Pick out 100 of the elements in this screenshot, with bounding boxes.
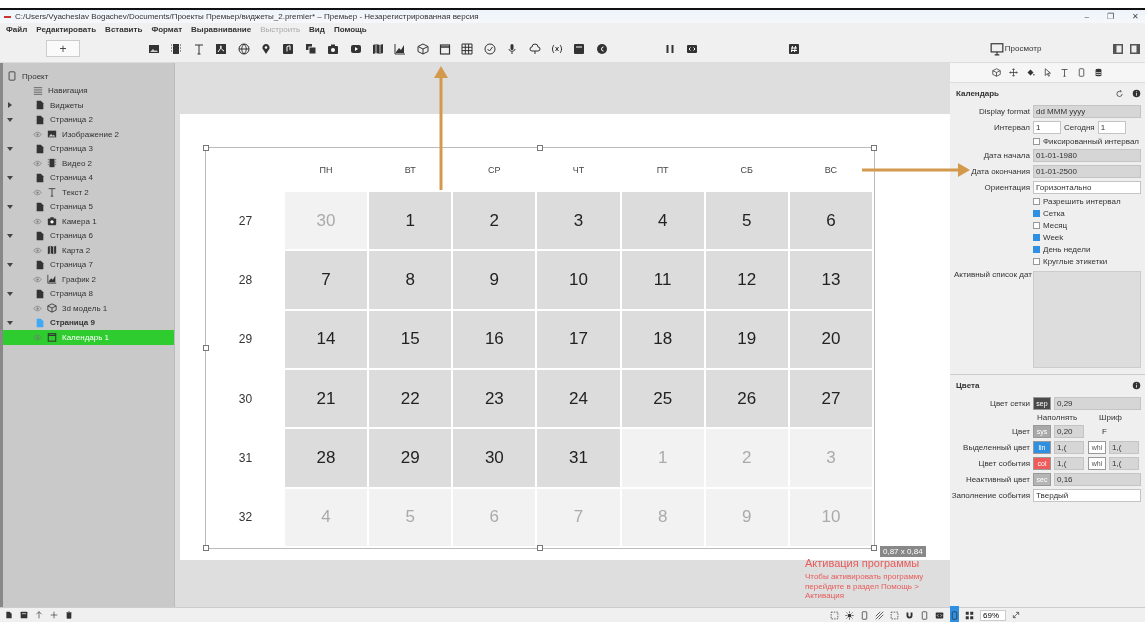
checkbox[interactable] bbox=[1033, 246, 1040, 253]
checkbox[interactable] bbox=[1033, 198, 1040, 205]
tree-item[interactable]: График 2 bbox=[3, 272, 174, 287]
collapse-arrow-icon[interactable] bbox=[7, 174, 13, 181]
image-icon[interactable] bbox=[148, 42, 160, 55]
collapse-arrow-icon[interactable] bbox=[7, 319, 13, 326]
info-icon[interactable] bbox=[1132, 89, 1141, 98]
add-button[interactable]: + bbox=[46, 40, 80, 57]
coin-icon[interactable] bbox=[595, 42, 608, 55]
variable-icon[interactable] bbox=[551, 42, 564, 55]
menu-item[interactable]: Формат bbox=[151, 24, 183, 34]
collapse-arrow-icon[interactable] bbox=[7, 145, 13, 152]
tree-item[interactable]: Проект bbox=[3, 69, 174, 84]
day-cell[interactable]: 25 bbox=[621, 370, 704, 428]
map-pin-icon[interactable] bbox=[259, 42, 272, 55]
phone-icon[interactable] bbox=[920, 610, 929, 620]
day-cell[interactable]: 9 bbox=[453, 251, 536, 309]
pointer-icon[interactable] bbox=[1043, 68, 1052, 77]
menu-item[interactable]: Файл bbox=[6, 24, 28, 34]
check-circle-icon[interactable] bbox=[483, 42, 496, 55]
text-icon[interactable] bbox=[1060, 68, 1069, 77]
spin-field[interactable]: 1 bbox=[1033, 121, 1061, 134]
move-icon[interactable] bbox=[1009, 68, 1018, 77]
window-control[interactable]: – bbox=[1084, 12, 1089, 21]
tiles-icon[interactable] bbox=[965, 610, 974, 620]
tree-item[interactable]: Страница 6 bbox=[3, 228, 174, 243]
resize-handle[interactable] bbox=[871, 545, 877, 551]
layers-icon[interactable] bbox=[304, 42, 317, 55]
day-cell[interactable]: 30 bbox=[453, 429, 536, 487]
checkbox[interactable] bbox=[1033, 210, 1040, 217]
trash-icon[interactable] bbox=[65, 611, 73, 619]
tree-item[interactable]: Страница 9 bbox=[3, 315, 174, 330]
tree-item[interactable]: Навигация bbox=[3, 83, 174, 98]
day-cell[interactable]: 24 bbox=[537, 370, 620, 428]
panel-icon[interactable] bbox=[1112, 42, 1124, 55]
collapse-arrow-icon[interactable] bbox=[7, 232, 13, 239]
day-cell[interactable]: 22 bbox=[369, 370, 452, 428]
collapse-arrow-icon[interactable] bbox=[7, 290, 13, 297]
database-icon[interactable] bbox=[1094, 68, 1103, 77]
collapse-arrow-icon[interactable] bbox=[7, 116, 13, 123]
cloud-icon[interactable] bbox=[528, 42, 541, 55]
checkbox[interactable] bbox=[1033, 258, 1040, 265]
code-icon[interactable] bbox=[935, 610, 944, 620]
magnet-icon[interactable] bbox=[905, 610, 914, 620]
day-cell[interactable]: 12 bbox=[705, 251, 788, 309]
text-field[interactable]: dd MMM yyyy bbox=[1033, 105, 1141, 118]
day-cell[interactable]: 10 bbox=[537, 251, 620, 309]
day-cell[interactable]: 31 bbox=[537, 429, 620, 487]
tree-item[interactable]: Страница 5 bbox=[3, 199, 174, 214]
spin-field[interactable]: 1,( bbox=[1054, 457, 1084, 470]
tree-item[interactable]: Карта 2 bbox=[3, 243, 174, 258]
menu-item[interactable]: Вставить bbox=[105, 24, 143, 34]
preview-button[interactable]: Просмотр bbox=[989, 41, 1042, 56]
day-cell[interactable]: 15 bbox=[369, 310, 452, 368]
tree-item[interactable]: Камера 1 bbox=[3, 214, 174, 229]
selection-icon[interactable] bbox=[830, 610, 839, 620]
day-cell[interactable]: 16 bbox=[453, 310, 536, 368]
code-icon[interactable] bbox=[685, 42, 698, 55]
day-cell[interactable]: 27 bbox=[789, 370, 872, 428]
cube-icon[interactable] bbox=[416, 42, 429, 55]
day-cell[interactable]: 1 bbox=[369, 192, 452, 250]
day-cell[interactable]: 3 bbox=[537, 192, 620, 250]
tree-item[interactable]: Страница 8 bbox=[3, 286, 174, 301]
spin-field[interactable]: 0,16 bbox=[1054, 473, 1141, 486]
checkbox[interactable] bbox=[1033, 222, 1040, 229]
resize-handle[interactable] bbox=[203, 345, 209, 351]
checkbox[interactable] bbox=[1033, 138, 1040, 145]
hash-icon[interactable] bbox=[787, 42, 800, 55]
tree-item[interactable]: Виджеты bbox=[3, 98, 174, 113]
window-control[interactable]: ✕ bbox=[1132, 12, 1139, 21]
day-cell[interactable]: 6 bbox=[789, 192, 872, 250]
day-cell[interactable]: 2 bbox=[453, 192, 536, 250]
menu-item[interactable]: Редактировать bbox=[36, 24, 97, 34]
dropdown[interactable]: Горизонтально bbox=[1033, 181, 1141, 194]
play-icon[interactable] bbox=[349, 42, 362, 55]
menu-item[interactable]: Выравнивание bbox=[191, 24, 252, 34]
box-icon[interactable] bbox=[20, 611, 28, 619]
spin-field[interactable]: 1,( bbox=[1109, 441, 1139, 454]
microphone-icon[interactable] bbox=[506, 42, 519, 55]
tree-item[interactable]: Страница 7 bbox=[3, 257, 174, 272]
grid-icon[interactable] bbox=[461, 42, 474, 55]
day-cell[interactable]: 7 bbox=[285, 251, 368, 309]
day-cell[interactable]: 14 bbox=[285, 310, 368, 368]
window-control[interactable]: ❐ bbox=[1107, 12, 1114, 21]
music-icon[interactable] bbox=[282, 42, 295, 55]
resize-handle[interactable] bbox=[203, 145, 209, 151]
checkbox[interactable] bbox=[1033, 234, 1040, 241]
sun-icon[interactable] bbox=[845, 610, 854, 620]
day-cell[interactable]: 20 bbox=[789, 310, 872, 368]
menu-item[interactable]: Помощь bbox=[333, 24, 367, 34]
dropdown[interactable]: Твердый bbox=[1033, 489, 1141, 502]
resize-handle[interactable] bbox=[537, 145, 543, 151]
day-cell[interactable]: 18 bbox=[621, 310, 704, 368]
up-arrow-icon[interactable] bbox=[35, 611, 43, 619]
film-icon[interactable] bbox=[170, 42, 183, 55]
box-icon[interactable] bbox=[573, 42, 586, 55]
tree-item[interactable]: Изображение 2 bbox=[3, 127, 174, 142]
tree-item[interactable]: 3d модель 1 bbox=[3, 301, 174, 316]
cube-icon[interactable] bbox=[992, 68, 1001, 77]
expand-icon[interactable] bbox=[1012, 611, 1020, 619]
